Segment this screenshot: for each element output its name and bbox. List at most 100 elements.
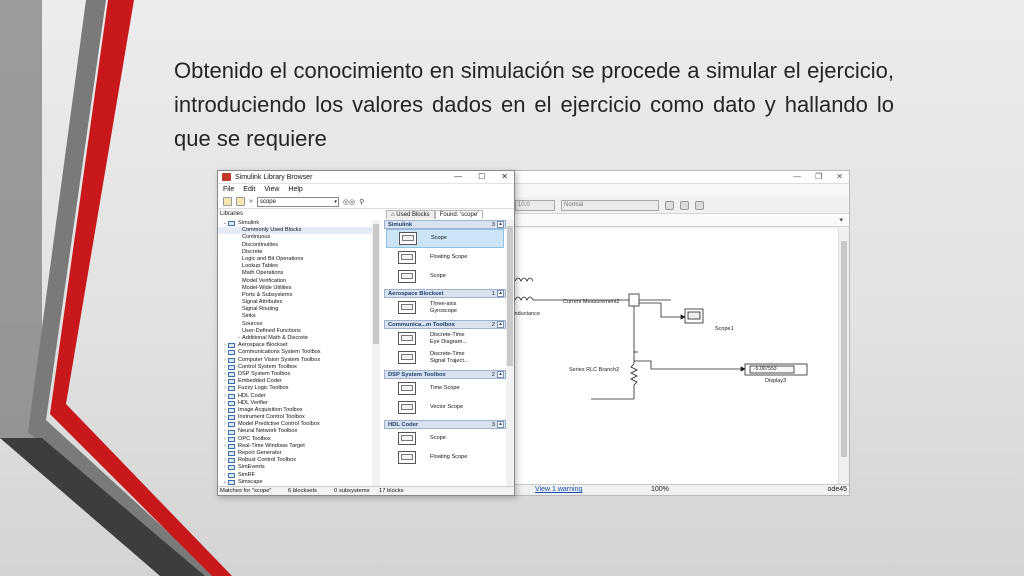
collapse-icon[interactable]: ▴ xyxy=(497,321,504,328)
minimize-icon[interactable]: — xyxy=(793,172,801,181)
tree-item[interactable]: Report Generator xyxy=(218,450,379,457)
tree-item[interactable]: › HDL Verifier xyxy=(218,400,379,407)
tree-item[interactable]: › Communications System Toolbox xyxy=(218,349,379,356)
block-item[interactable]: Discrete-Time Signal Traject... xyxy=(384,348,506,367)
tree-item[interactable]: › SimEvents xyxy=(218,464,379,471)
tab-used-blocks[interactable]: ⌂ Used Blocks xyxy=(386,210,435,219)
toolbar-icon[interactable] xyxy=(695,200,704,210)
chevron-down-icon[interactable]: ▾ xyxy=(839,216,843,224)
tab-found-scope[interactable]: Found: 'scope' xyxy=(434,210,484,219)
pin-icon[interactable]: ⚲ xyxy=(359,198,364,206)
tree-item[interactable]: › OPC Toolbox xyxy=(218,436,379,443)
tree-item[interactable]: Signal Attributes xyxy=(218,299,379,306)
library-tree[interactable]: ⌄ Simulink Commonly Used Blocks Continuous D… xyxy=(218,220,380,488)
tree-item-label: Continuous xyxy=(242,234,271,241)
library-icon xyxy=(228,350,235,356)
tree-item[interactable]: › SimRF xyxy=(218,472,379,479)
group-count: 2 xyxy=(491,322,495,328)
maximize-icon[interactable]: ☐ xyxy=(478,172,485,181)
block-item[interactable]: Scope xyxy=(384,429,506,448)
tree-item[interactable]: › Fuzzy Logic Toolbox xyxy=(218,385,379,392)
block-item[interactable]: Discrete-Time Eye Diagram... xyxy=(384,329,506,348)
tree-item[interactable]: User-Defined Functions xyxy=(218,328,379,335)
menu-view[interactable]: View xyxy=(264,186,279,193)
block-item[interactable]: Scope xyxy=(386,229,504,248)
tree-item[interactable]: › Additional Math & Discrete xyxy=(218,335,379,342)
block-item[interactable]: Time Scope xyxy=(384,379,506,398)
tree-item[interactable]: › Aerospace Blockset xyxy=(218,342,379,349)
tree-item-label: SimEvents xyxy=(238,464,265,471)
result-group-header[interactable]: Aerospace Blockset 1 ▴ xyxy=(384,289,506,298)
menu-help[interactable]: Help xyxy=(288,186,302,193)
minimize-icon[interactable]: — xyxy=(454,172,462,181)
stop-time-field[interactable]: 10.0 xyxy=(515,199,555,211)
tree-item[interactable]: › Embedded Coder xyxy=(218,378,379,385)
collapse-icon[interactable]: ▴ xyxy=(497,421,504,428)
result-group-header[interactable]: HDL Coder 3 ▴ xyxy=(384,420,506,429)
tree-item[interactable]: › Instrument Control Toolbox xyxy=(218,414,379,421)
tree-item[interactable]: Continuous xyxy=(218,234,379,241)
results-scrollbar[interactable] xyxy=(506,220,514,488)
tree-item[interactable]: Ports & Subsystems xyxy=(218,292,379,299)
tree-item[interactable]: › Control System Toolbox xyxy=(218,364,379,371)
tree-item[interactable]: Sources xyxy=(218,321,379,328)
new-model-icon[interactable] xyxy=(223,197,232,206)
block-item[interactable]: Scope xyxy=(384,267,506,286)
scope-block-icon xyxy=(399,232,417,245)
tree-item[interactable]: ⌄ Simulink xyxy=(218,220,379,227)
model-canvas[interactable]: Inductance Current Measurement2 Scope1 S… xyxy=(501,229,840,486)
model-scrollbar[interactable] xyxy=(838,229,849,486)
tree-item[interactable]: Lookup Tables xyxy=(218,263,379,270)
binoculars-icon[interactable]: ◎◎ xyxy=(343,198,355,206)
tree-scrollbar[interactable] xyxy=(372,220,380,488)
tree-item[interactable]: Math Operations xyxy=(218,270,379,277)
result-group-header[interactable]: DSP System Toolbox 2 ▴ xyxy=(384,370,506,379)
tree-item[interactable]: Logic and Bit Operations xyxy=(218,256,379,263)
search-results-pane[interactable]: Simulink 3 ▴ Scope Floating Scope Scope Aerosp… xyxy=(384,220,506,488)
menu-edit[interactable]: Edit xyxy=(243,186,255,193)
tree-item[interactable]: Discontinuities xyxy=(218,242,379,249)
tree-item[interactable]: Sinks xyxy=(218,313,379,320)
tree-item[interactable]: ⌄ Simscape xyxy=(218,479,379,486)
close-icon[interactable]: ✕ xyxy=(501,172,508,181)
library-icon xyxy=(228,364,235,370)
result-group-header[interactable]: Communica...m Toolbox 2 ▴ xyxy=(384,320,506,329)
close-icon[interactable]: ✕ xyxy=(836,172,843,181)
tree-item[interactable]: › HDL Coder xyxy=(218,393,379,400)
collapse-icon[interactable]: ▴ xyxy=(497,371,504,378)
toolbar-icon[interactable] xyxy=(665,200,674,210)
tree-item[interactable]: › Model Predictive Control Toolbox xyxy=(218,421,379,428)
scope-block-icon xyxy=(398,401,416,414)
tree-item[interactable]: Model-Wide Utilities xyxy=(218,285,379,292)
collapse-icon[interactable]: ▴ xyxy=(497,221,504,228)
result-group-header[interactable]: Simulink 3 ▴ xyxy=(384,220,506,229)
tree-item[interactable]: › Image Acquisition Toolbox xyxy=(218,407,379,414)
simulink-model-window[interactable]: — ❐ ✕ 10.0 Normal ▾ Inductance Current M… xyxy=(500,170,850,496)
display-label: Display3 xyxy=(765,378,787,384)
block-item[interactable]: Three-axis Gyroscope xyxy=(384,298,506,317)
block-item[interactable]: Floating Scope xyxy=(384,248,506,267)
search-input[interactable]: scope ▾ xyxy=(256,196,339,207)
tree-item[interactable]: › Computer Vision System Toolbox xyxy=(218,357,379,364)
collapse-icon[interactable]: ▴ xyxy=(497,290,504,297)
block-item[interactable]: Vector Scope xyxy=(384,398,506,417)
model-toolbar: 10.0 Normal xyxy=(501,197,849,214)
chevron-right-icon[interactable]: » xyxy=(249,198,253,205)
toolbar-icon[interactable] xyxy=(680,200,689,210)
warning-link[interactable]: View 1 warning xyxy=(535,485,582,495)
tree-item[interactable]: Signal Routing xyxy=(218,306,379,313)
simulation-mode-select[interactable]: Normal xyxy=(561,199,659,211)
tree-item-label: Logic and Bit Operations xyxy=(242,255,304,262)
tree-item[interactable]: Commonly Used Blocks xyxy=(218,227,379,235)
tree-item[interactable]: › Real-Time Windows Target xyxy=(218,443,379,450)
tree-item[interactable]: Discrete xyxy=(218,249,379,256)
library-browser-window[interactable]: Simulink Library Browser — ☐ ✕ File Edit… xyxy=(217,170,515,496)
maximize-icon[interactable]: ❐ xyxy=(815,172,822,181)
open-folder-icon[interactable] xyxy=(236,197,245,206)
menu-file[interactable]: File xyxy=(223,186,234,193)
tree-item[interactable]: Model Verification xyxy=(218,278,379,285)
tree-item[interactable]: › Neural Network Toolbox xyxy=(218,428,379,435)
tree-item[interactable]: › Robust Control Toolbox xyxy=(218,457,379,464)
block-item[interactable]: Floating Scope xyxy=(384,448,506,467)
tree-item[interactable]: › DSP System Toolbox xyxy=(218,371,379,378)
